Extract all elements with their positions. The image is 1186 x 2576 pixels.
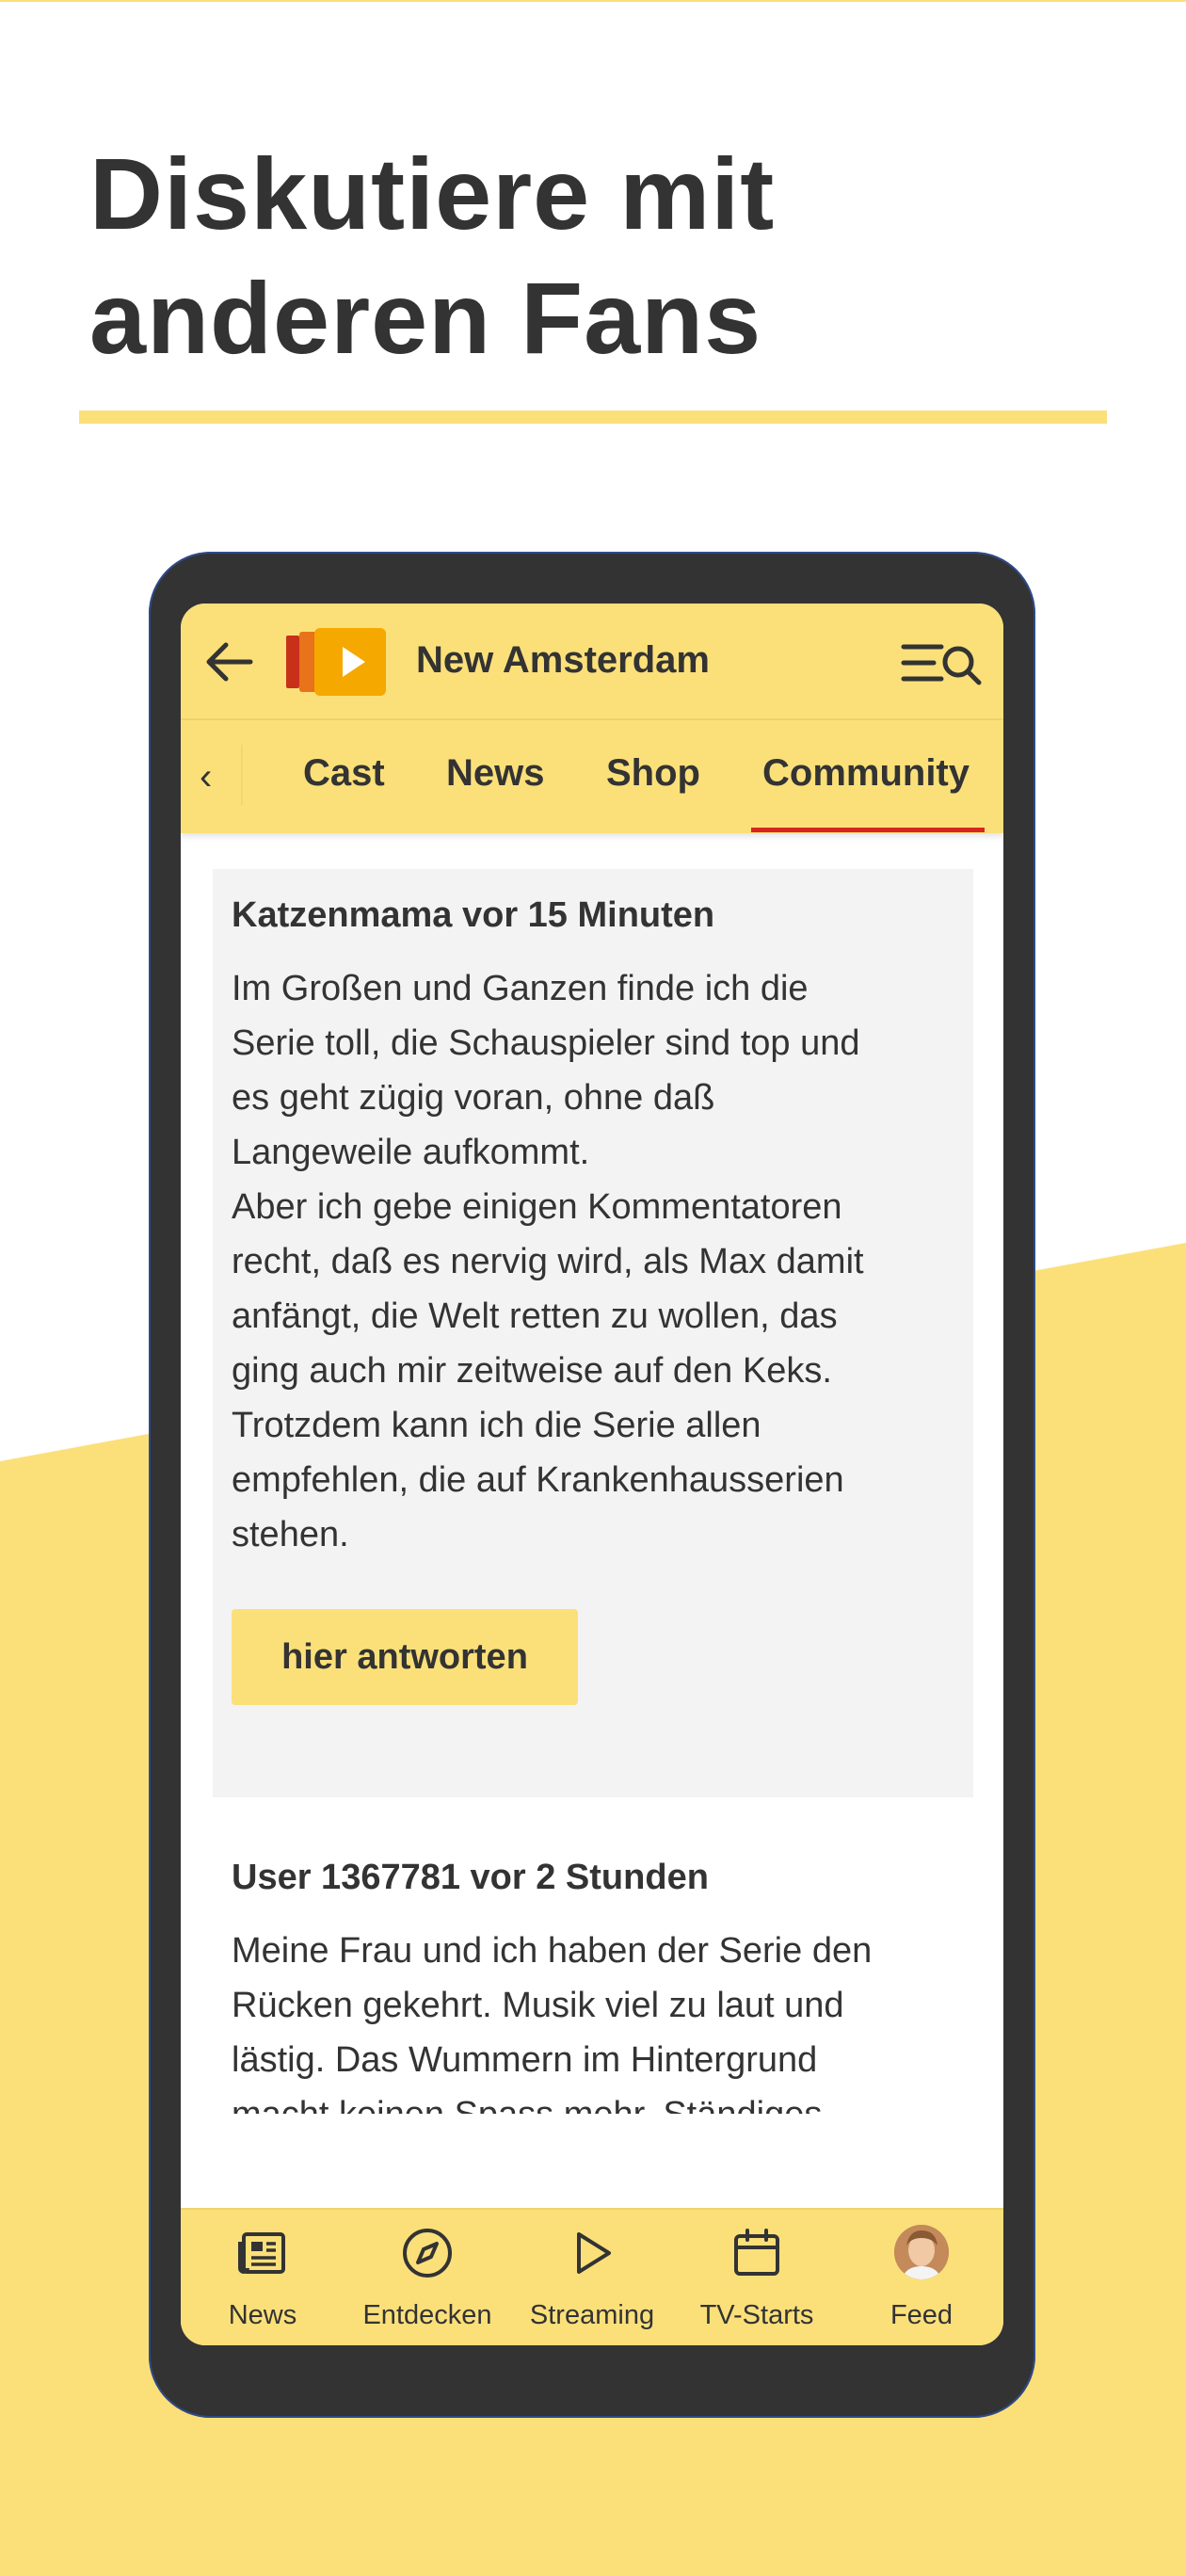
nav-item-entdecken[interactable]: Entdecken <box>345 2210 509 2345</box>
app-bar: New Amsterdam <box>181 604 1003 720</box>
comment-body: Im Großen und Ganzen finde ich die Serie… <box>232 969 864 1554</box>
tab-community[interactable]: Community <box>762 752 970 795</box>
comment-author: User 1367781 vor 2 Stunden <box>232 1858 709 1897</box>
compass-icon <box>403 2229 452 2278</box>
newspaper-icon <box>238 2232 285 2274</box>
menu-search-icon[interactable] <box>900 639 985 686</box>
headline-line-1: Diskutiere mit <box>89 137 776 250</box>
comment-body: Meine Frau und ich haben der Serie den R… <box>232 1931 873 2114</box>
page-headline: Diskutiere mit anderen Fans <box>89 132 1125 380</box>
play-icon <box>577 2232 611 2274</box>
nav-label: TV-Starts <box>699 2300 814 2330</box>
tabs-prev-icon[interactable]: ‹ <box>200 756 212 798</box>
arrow-left-icon[interactable] <box>203 639 254 684</box>
tab-cast[interactable]: Cast <box>303 752 385 795</box>
active-tab-indicator <box>751 828 985 832</box>
tab-bar: ‹ Cast News Shop Community <box>181 720 1003 833</box>
nav-label: Entdecken <box>362 2300 492 2330</box>
headline-underline <box>79 411 1107 424</box>
comments-list[interactable]: Katzenmama vor 15 Minuten Im Großen und … <box>181 833 1003 2114</box>
phone-frame: New Amsterdam ‹ Cast News Shop Community… <box>149 552 1035 2418</box>
nav-label: Feed <box>890 2300 954 2330</box>
comment-card: Katzenmama vor 15 Minuten Im Großen und … <box>213 869 973 1797</box>
tab-separator <box>241 745 243 805</box>
headline-line-2: anderen Fans <box>89 261 762 375</box>
reply-button[interactable]: hier antworten <box>232 1609 578 1705</box>
play-logo-icon[interactable] <box>286 626 392 698</box>
nav-item-streaming[interactable]: Streaming <box>510 2210 674 2345</box>
nav-item-news[interactable]: News <box>181 2210 345 2345</box>
tab-shop[interactable]: Shop <box>606 752 700 795</box>
bottom-navigation: News Entdecken Streaming TV-Starts Feed <box>181 2208 1003 2345</box>
nav-label: News <box>228 2300 297 2330</box>
app-title: New Amsterdam <box>416 639 710 681</box>
nav-item-tv-starts[interactable]: TV-Starts <box>675 2210 839 2345</box>
nav-item-feed[interactable]: Feed <box>840 2210 1003 2345</box>
tab-news[interactable]: News <box>446 752 545 795</box>
phone-screen: New Amsterdam ‹ Cast News Shop Community… <box>181 604 1003 2345</box>
calendar-icon <box>734 2229 779 2276</box>
nav-label: Streaming <box>529 2300 655 2330</box>
avatar <box>894 2225 949 2279</box>
comment-author: Katzenmama vor 15 Minuten <box>232 895 715 935</box>
